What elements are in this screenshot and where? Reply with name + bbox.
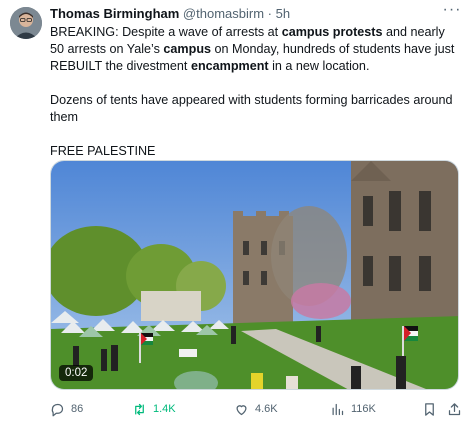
tweet-header: Thomas Birmingham @thomasbirm · 5h [50, 6, 290, 24]
like-icon [236, 404, 247, 415]
more-icon: ··· [442, 1, 462, 18]
reply-count: 86 [71, 403, 84, 415]
tweet-text: BREAKING: Despite a wave of arrests at c… [50, 24, 460, 160]
video-player[interactable]: 0:02 [50, 160, 459, 390]
repost-button[interactable]: 1.4K [132, 399, 176, 419]
share-button[interactable] [447, 399, 468, 419]
views-button[interactable]: 116K [330, 399, 376, 419]
bold-segment: campus protests [281, 25, 383, 39]
text-segment: BREAKING: Despite a wave of arrests at [50, 25, 282, 39]
author-handle[interactable]: @thomasbirm [183, 6, 264, 21]
share-icon [448, 402, 461, 415]
tweet-time[interactable]: 5h [276, 6, 290, 21]
views-count: 116K [351, 403, 376, 415]
action-bar: 86 1.4K 4.6K 116K [50, 399, 466, 419]
views-icon [332, 403, 344, 415]
avatar[interactable] [10, 7, 42, 39]
video-duration: 0:02 [59, 365, 94, 381]
text-segment: in a new location. [268, 59, 370, 73]
author-name[interactable]: Thomas Birmingham [50, 6, 179, 21]
bookmark-button[interactable] [422, 399, 443, 419]
tweet-paragraph-1: BREAKING: Despite a wave of arrests at c… [50, 24, 460, 75]
bold-segment: campus [163, 42, 212, 56]
tweet-paragraph-3: FREE PALESTINE [50, 144, 156, 158]
reply-button[interactable]: 86 [50, 399, 83, 419]
tweet-paragraph-2: Dozens of tents have appeared with stude… [50, 93, 453, 124]
more-button[interactable]: ··· [442, 1, 462, 20]
like-button[interactable]: 4.6K [234, 399, 278, 419]
bold-segment: encampment [190, 59, 269, 73]
repost-count: 1.4K [153, 403, 176, 415]
reply-icon [51, 403, 64, 416]
avatar-image [10, 7, 42, 39]
like-count: 4.6K [255, 403, 278, 415]
repost-icon [135, 403, 144, 415]
video-thumbnail [51, 161, 458, 389]
separator-dot: · [267, 6, 272, 21]
bookmark-icon [425, 402, 434, 416]
